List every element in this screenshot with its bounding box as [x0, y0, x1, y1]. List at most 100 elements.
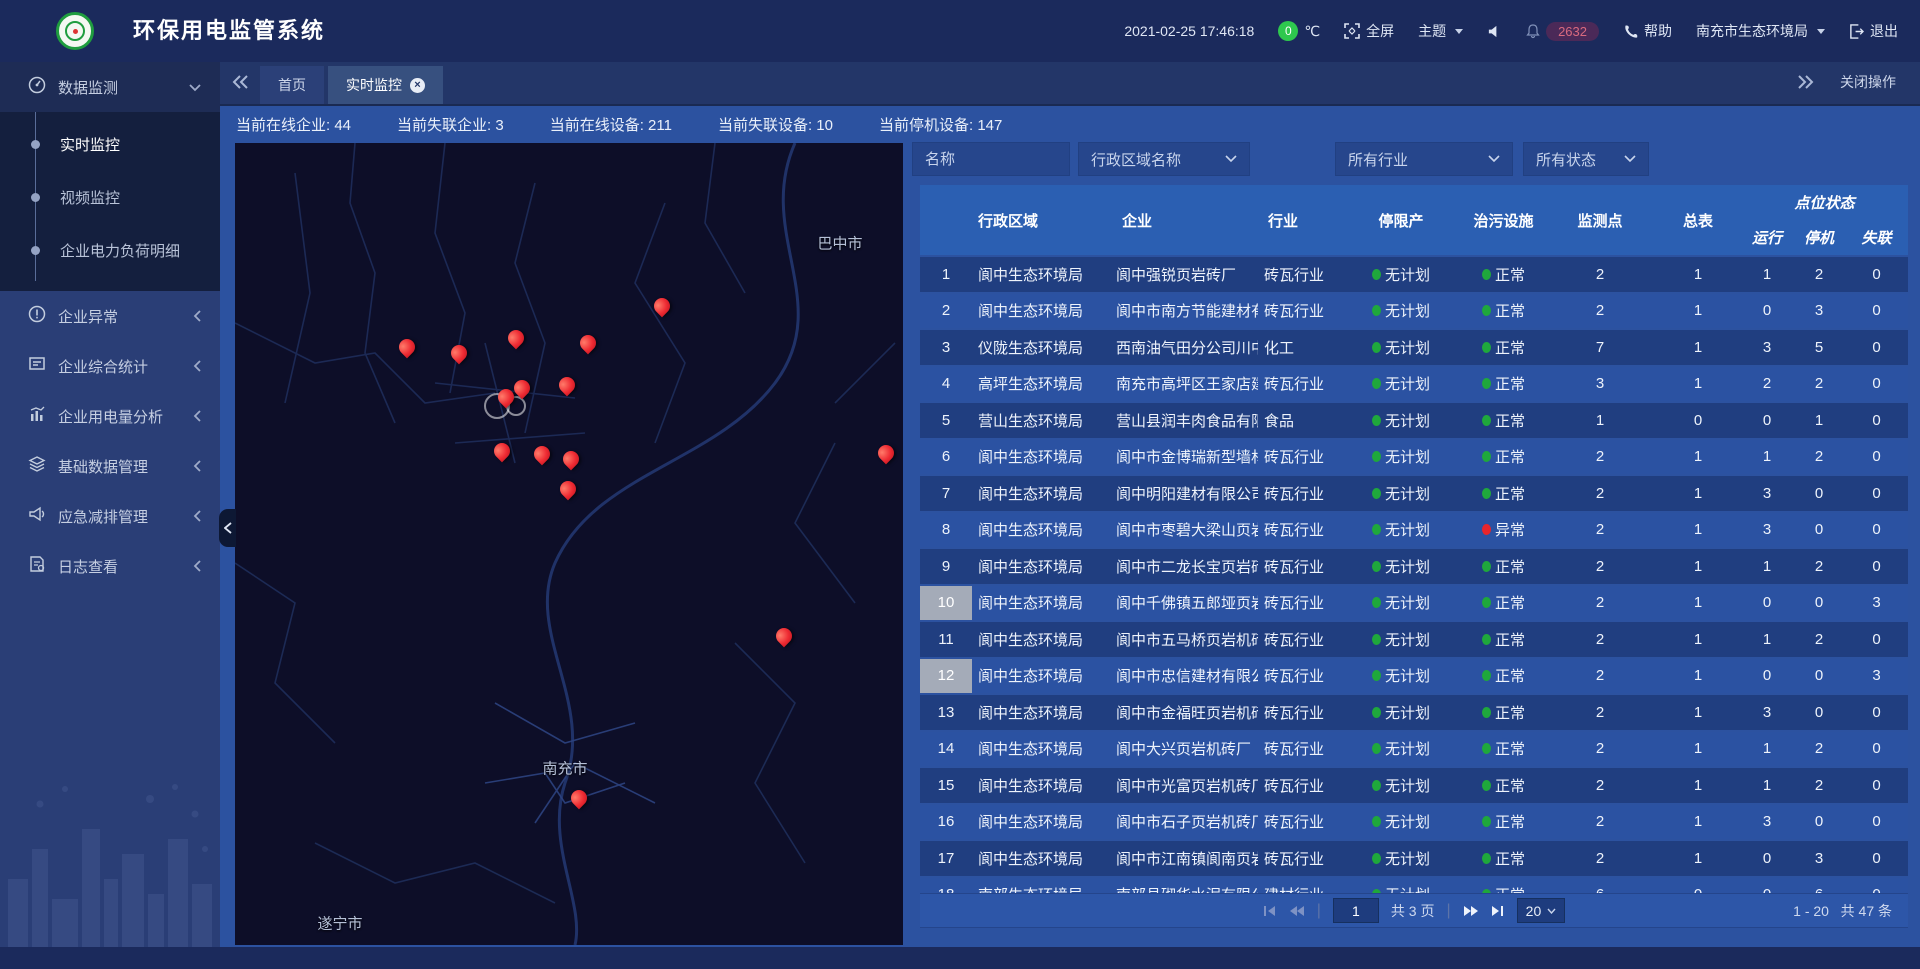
chevron-down-icon [1225, 155, 1237, 163]
plan-label: 无计划 [1385, 337, 1430, 358]
industry-filter-select[interactable]: 所有行业 [1335, 142, 1513, 176]
cell-facility-status: 正常 [1462, 476, 1545, 511]
sidebar-item-power-analysis[interactable]: 企业用电量分析 [0, 391, 220, 441]
sidebar-item-data-monitor[interactable]: 数据监测 [0, 62, 220, 112]
plan-label: 无计划 [1385, 264, 1430, 285]
facility-label: 正常 [1495, 300, 1525, 321]
org-menu[interactable]: 南充市生态环境局 [1696, 21, 1825, 41]
table-row[interactable]: 16阆中生态环境局阆中市石子页岩机砖厂砖瓦行业无计划正常21300 [920, 805, 1908, 840]
table-row[interactable]: 7阆中生态环境局阆中明阳建材有限公司砖瓦行业无计划正常21300 [920, 476, 1908, 511]
map-collapse-button[interactable] [219, 509, 236, 547]
cell-plan-status: 无计划 [1340, 695, 1462, 730]
table-row[interactable]: 14阆中生态环境局阆中大兴页岩机砖厂砖瓦行业无计划正常21120 [920, 732, 1908, 767]
cell-industry: 食品 [1258, 403, 1340, 438]
pager-range-summary: 1 - 20 共 47 条 [1793, 901, 1908, 921]
status-dot-icon [1482, 269, 1491, 280]
sidebar-item-enterprise-stats[interactable]: 企业综合统计 [0, 341, 220, 391]
table-row[interactable]: 10阆中生态环境局阆中千佛镇五郎垭页岩砖瓦行业无计划正常21003 [920, 586, 1908, 621]
cell-facility-status: 异常 [1462, 513, 1545, 548]
sidebar-item-emergency[interactable]: 应急减排管理 [0, 491, 220, 541]
col-header-point-status-group: 点位状态 [1741, 185, 1908, 220]
plan-label: 无计划 [1385, 300, 1430, 321]
sidebar-item-label: 日志查看 [58, 556, 118, 577]
table-row[interactable]: 17阆中生态环境局阆中市江南镇阆南页岩砖瓦行业无计划正常21030 [920, 841, 1908, 876]
cell-stop: 6 [1793, 878, 1845, 894]
close-tab-icon[interactable]: × [410, 78, 425, 93]
facility-label: 正常 [1495, 556, 1525, 577]
cell-run: 1 [1741, 549, 1793, 584]
table-row[interactable]: 9阆中生态环境局阆中市二龙长宝页岩砖砖瓦行业无计划正常21120 [920, 549, 1908, 584]
next-page-icon [1463, 905, 1479, 917]
cell-company: 阆中明阳建材有限公司 [1110, 476, 1258, 511]
cell-region: 阆中生态环境局 [972, 257, 1110, 292]
cell-plan-status: 无计划 [1340, 841, 1462, 876]
last-page-button[interactable] [1491, 905, 1505, 917]
theme-menu[interactable]: 主题 [1418, 21, 1463, 41]
cell-points: 2 [1545, 549, 1655, 584]
cell-lost: 0 [1845, 440, 1908, 475]
col-header-region: 行政区域 [972, 185, 1110, 255]
chevron-down-icon [1817, 29, 1825, 34]
tabs-scroll-left-button[interactable] [220, 60, 260, 104]
cell-company: 阆中市二龙长宝页岩砖 [1110, 549, 1258, 584]
status-dot-icon [1482, 853, 1491, 864]
table-row[interactable]: 5营山生态环境局营山县润丰肉食品有限食品无计划正常10010 [920, 403, 1908, 438]
row-number: 7 [920, 476, 972, 511]
logout-button[interactable]: 退出 [1849, 21, 1898, 41]
sidebar-subitem-video[interactable]: 视频监控 [0, 171, 220, 224]
prev-page-button[interactable] [1289, 905, 1305, 917]
sidebar-item-logs[interactable]: 日志查看 [0, 541, 220, 591]
status-filter-select[interactable]: 所有状态 [1523, 142, 1649, 176]
table-row[interactable]: 15阆中生态环境局阆中市光富页岩机砖厂砖瓦行业无计划正常21120 [920, 768, 1908, 803]
table-row[interactable]: 6阆中生态环境局阆中市金博瑞新型墙材砖瓦行业无计划正常21120 [920, 440, 1908, 475]
cell-run: 3 [1741, 476, 1793, 511]
cell-lost: 0 [1845, 549, 1908, 584]
table-row[interactable]: 3仪陇生态环境局西南油气田分公司川中化工无计划正常71350 [920, 330, 1908, 365]
header-toolbar: 2021-02-25 17:46:18 0 ℃ 全屏 主题 [1124, 0, 1898, 62]
first-page-button[interactable] [1263, 905, 1277, 917]
table-row[interactable]: 1阆中生态环境局阆中强锐页岩砖厂砖瓦行业无计划正常21120 [920, 257, 1908, 292]
close-operations-button[interactable]: 关闭操作 [1840, 72, 1896, 92]
sound-button[interactable] [1487, 24, 1502, 39]
cell-stop: 2 [1793, 768, 1845, 803]
page-size-select[interactable]: 20 [1517, 898, 1566, 923]
table-row[interactable]: 13阆中生态环境局阆中市金福旺页岩机砖砖瓦行业无计划正常21300 [920, 695, 1908, 730]
table-row[interactable]: 8阆中生态环境局阆中市枣碧大梁山页岩砖瓦行业无计划异常21300 [920, 513, 1908, 548]
table-row[interactable]: 11阆中生态环境局阆中市五马桥页岩机砖砖瓦行业无计划正常21120 [920, 622, 1908, 657]
tab-realtime-monitor[interactable]: 实时监控 × [328, 66, 443, 104]
cell-stop: 2 [1793, 549, 1845, 584]
table-row[interactable]: 2阆中生态环境局阆中市南方节能建材有砖瓦行业无计划正常21030 [920, 294, 1908, 329]
row-number: 9 [920, 549, 972, 584]
cell-company: 阆中市五马桥页岩机砖 [1110, 622, 1258, 657]
cell-run: 1 [1741, 440, 1793, 475]
sidebar-subitem-realtime[interactable]: 实时监控 [0, 118, 220, 171]
map-panel[interactable]: 巴中市南充市遂宁市 [235, 143, 903, 945]
chart-icon [28, 405, 46, 427]
plan-label: 无计划 [1385, 884, 1430, 893]
cell-stop: 2 [1793, 732, 1845, 767]
name-filter-input[interactable] [912, 142, 1070, 176]
table-row[interactable]: 18南部生态环境局南部县砌华水泥有限公建材行业无计划正常60060 [920, 878, 1908, 894]
col-header-plan: 停限产 [1340, 185, 1462, 255]
next-page-button[interactable] [1463, 905, 1479, 917]
alarm-indicator[interactable]: 2632 [1526, 22, 1599, 41]
status-dot-icon [1372, 743, 1381, 754]
row-number: 2 [920, 294, 972, 329]
tab-home[interactable]: 首页 [260, 66, 324, 104]
sidebar-item-base-data[interactable]: 基础数据管理 [0, 441, 220, 491]
cell-lost: 3 [1845, 586, 1908, 621]
double-chevron-right-icon[interactable] [1798, 75, 1814, 89]
page-number-input[interactable] [1333, 898, 1379, 923]
pager-divider: | [1317, 902, 1321, 920]
fullscreen-button[interactable]: 全屏 [1344, 21, 1394, 41]
facility-label: 异常 [1495, 519, 1525, 540]
cell-points: 2 [1545, 294, 1655, 329]
region-filter-select[interactable]: 行政区域名称 [1078, 142, 1250, 176]
sidebar-subitem-power-load[interactable]: 企业电力负荷明细 [0, 224, 220, 277]
table-row[interactable]: 4高坪生态环境局南充市高坪区王家店建砖瓦行业无计划正常31220 [920, 367, 1908, 402]
sidebar-item-enterprise-abnormal[interactable]: 企业异常 [0, 291, 220, 341]
sidebar-item-label: 数据监测 [58, 77, 118, 98]
help-button[interactable]: 帮助 [1623, 21, 1672, 41]
cell-meters: 1 [1655, 330, 1741, 365]
table-row[interactable]: 12阆中生态环境局阆中市忠信建材有限公砖瓦行业无计划正常21003 [920, 659, 1908, 694]
